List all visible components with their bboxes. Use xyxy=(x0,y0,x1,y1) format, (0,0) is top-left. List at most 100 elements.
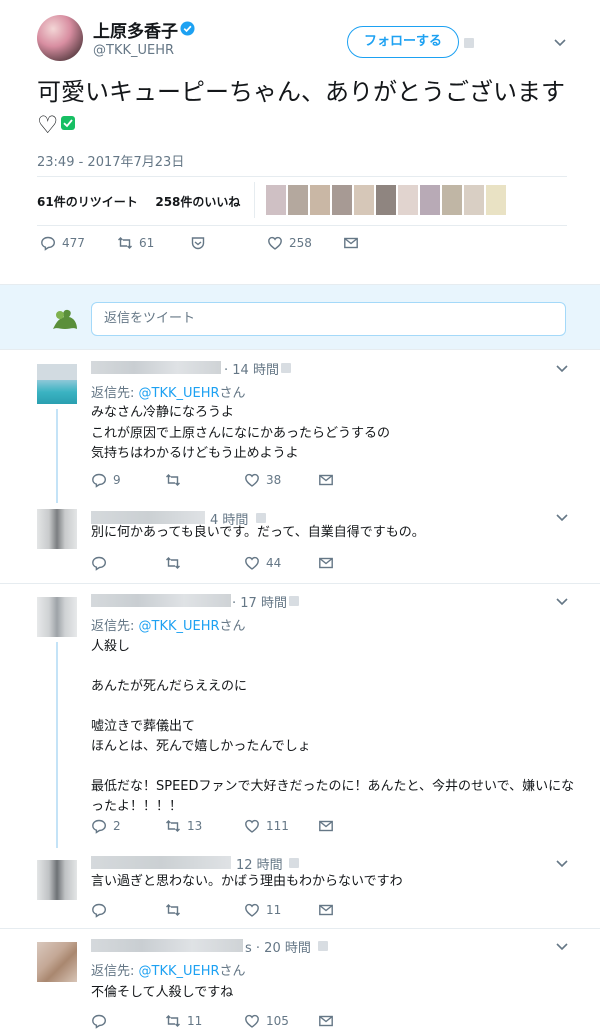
reply-to-prefix: 返信先: xyxy=(91,964,139,979)
reply-tweet[interactable]: 12 時間 言い過ぎと思わない。かばう理由もわからないですわ 11 xyxy=(0,846,600,928)
user-dropdown-icon[interactable] xyxy=(289,858,299,868)
heart-icon xyxy=(245,1014,259,1028)
reply-to: 返信先: @TKK_UEHRさん xyxy=(91,615,246,634)
reply-action[interactable]: 2 xyxy=(91,818,121,834)
chevron-down-icon[interactable] xyxy=(553,38,567,48)
envelope-icon xyxy=(319,904,333,916)
likes-stat[interactable]: 258件のいいね xyxy=(155,195,240,209)
reply-action[interactable] xyxy=(91,1013,113,1029)
retweets-stat[interactable]: 61件のリツイート xyxy=(37,195,138,209)
retweet-icon xyxy=(166,474,180,486)
user-dropdown-icon[interactable] xyxy=(318,941,328,951)
reply-icon xyxy=(92,819,107,834)
reply-to-handle[interactable]: @TKK_UEHR xyxy=(139,964,220,979)
user-dropdown-icon[interactable] xyxy=(464,38,474,48)
reply-count: 9 xyxy=(113,473,121,487)
display-name[interactable]: 上原多香子 xyxy=(93,17,178,42)
reply-time[interactable]: · 14 時間 xyxy=(224,359,279,378)
like-count: 258 xyxy=(289,236,312,250)
reply-time[interactable]: 12 時間 xyxy=(236,854,283,873)
retweet-action[interactable] xyxy=(165,902,187,918)
reply-time[interactable]: s · 20 時間 xyxy=(245,937,311,956)
dm-action[interactable] xyxy=(343,235,359,251)
screen-name[interactable]: @TKK_UEHR xyxy=(93,43,174,58)
reply-count: 2 xyxy=(113,819,121,833)
reply-to: 返信先: @TKK_UEHRさん xyxy=(91,960,246,979)
reply-to-prefix: 返信先: xyxy=(91,619,139,634)
like-action[interactable]: 44 xyxy=(244,555,281,571)
thread-line xyxy=(56,409,58,503)
dm-action[interactable] xyxy=(318,818,334,834)
tweet-timestamp[interactable]: 23:49 - 2017年7月23日 xyxy=(37,151,184,170)
chevron-down-icon[interactable] xyxy=(555,597,569,607)
dm-action[interactable] xyxy=(318,902,334,918)
reply-compose-area: 返信をツイート xyxy=(0,284,600,350)
dm-action[interactable] xyxy=(318,472,334,488)
like-count: 38 xyxy=(266,473,282,487)
retweet-action[interactable]: 13 xyxy=(165,818,202,834)
reply-tweet[interactable]: s · 20 時間 返信先: @TKK_UEHRさん 不倫そして人殺しですね 1… xyxy=(0,929,600,1034)
reply-actions: 11 xyxy=(91,902,571,922)
reply-text: 人殺し あんたが死んだらええのに 嘘泣きで葬儀出て ほんとは、死んで嬉しかったん… xyxy=(91,639,575,814)
retweet-icon xyxy=(166,904,180,916)
like-action[interactable]: 105 xyxy=(244,1013,289,1029)
likers-avatars[interactable] xyxy=(266,185,506,215)
like-action[interactable]: 38 xyxy=(244,472,281,488)
reply-actions: 9 38 xyxy=(91,472,571,492)
chevron-down-icon[interactable] xyxy=(555,942,569,952)
avatar[interactable] xyxy=(37,942,77,982)
green-check-emoji-icon xyxy=(60,116,75,130)
chevron-down-icon[interactable] xyxy=(555,364,569,374)
follow-button[interactable]: フォローする xyxy=(347,26,459,58)
tweet-actions: 477 61 258 xyxy=(37,235,567,255)
reply-tweet[interactable]: · 14 時間 返信先: @TKK_UEHRさん みなさん冷静になろうよ これが… xyxy=(0,351,600,503)
retweet-action[interactable] xyxy=(165,472,187,488)
like-count: 11 xyxy=(266,903,282,917)
retweet-icon xyxy=(166,1015,180,1027)
dm-action[interactable] xyxy=(318,1013,334,1029)
like-action[interactable]: 11 xyxy=(244,902,281,918)
retweet-icon xyxy=(166,820,180,832)
dm-action[interactable] xyxy=(318,555,334,571)
blurred-username[interactable] xyxy=(91,361,221,374)
reply-tweet[interactable]: · 17 時間 返信先: @TKK_UEHRさん 人殺し あんたが死んだらええの… xyxy=(0,584,600,848)
share-action[interactable] xyxy=(190,235,206,251)
blurred-username[interactable] xyxy=(91,856,231,869)
user-dropdown-icon[interactable] xyxy=(281,363,291,373)
tweet-text: 可愛いキューピーちゃん、ありがとうございます♡ xyxy=(37,76,577,142)
like-count: 105 xyxy=(266,1014,289,1028)
reply-to-handle[interactable]: @TKK_UEHR xyxy=(139,619,220,634)
like-action[interactable]: 111 xyxy=(244,818,289,834)
avatar[interactable] xyxy=(37,15,83,61)
avatar[interactable] xyxy=(37,364,77,404)
reply-action[interactable] xyxy=(91,555,113,571)
retweet-action[interactable]: 11 xyxy=(165,1013,202,1029)
avatar[interactable] xyxy=(37,860,77,900)
reply-count: 477 xyxy=(62,236,85,250)
blurred-username[interactable] xyxy=(91,939,243,952)
reply-action[interactable]: 9 xyxy=(91,472,121,488)
envelope-icon xyxy=(344,237,358,249)
avatar[interactable] xyxy=(37,509,77,549)
thread-line xyxy=(56,642,58,848)
envelope-icon xyxy=(319,820,333,832)
reply-time[interactable]: · 17 時間 xyxy=(232,592,287,611)
user-dropdown-icon[interactable] xyxy=(256,513,266,523)
avatar[interactable] xyxy=(37,597,77,637)
reply-actions: 44 xyxy=(91,555,571,575)
reply-tweet[interactable]: 4 時間 別に何かあっても良いです。だって、自業自得ですもの。 44 xyxy=(0,501,600,583)
reply-actions: 11 105 xyxy=(91,1013,571,1033)
retweet-action[interactable] xyxy=(165,555,187,571)
reply-to-handle[interactable]: @TKK_UEHR xyxy=(139,386,220,401)
user-dropdown-icon[interactable] xyxy=(289,596,299,606)
blurred-username[interactable] xyxy=(91,594,231,607)
reply-action[interactable] xyxy=(91,902,113,918)
reply-action[interactable]: 477 xyxy=(40,235,85,251)
like-count: 44 xyxy=(266,556,282,570)
retweet-action[interactable]: 61 xyxy=(117,235,154,251)
chevron-down-icon[interactable] xyxy=(555,859,569,869)
reply-input[interactable]: 返信をツイート xyxy=(91,302,566,336)
like-action[interactable]: 258 xyxy=(267,235,312,251)
user-avatar-icon[interactable] xyxy=(50,305,80,333)
chevron-down-icon[interactable] xyxy=(555,513,569,523)
